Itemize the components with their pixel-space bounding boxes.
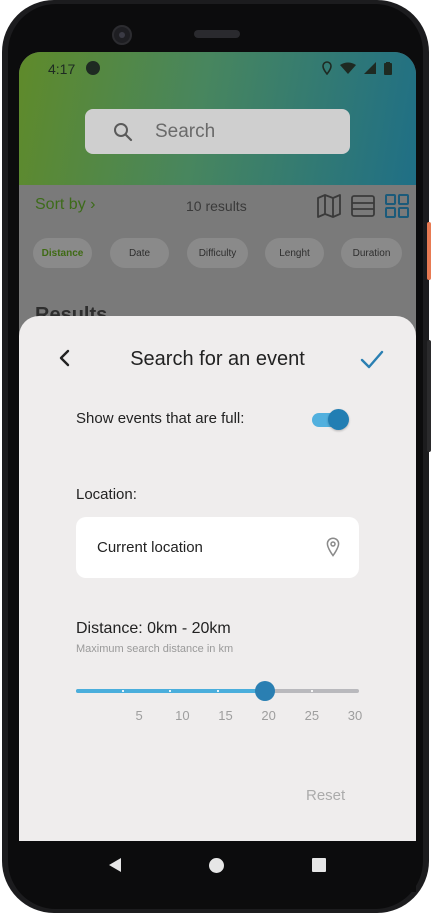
search-bar[interactable]: Search [85,109,350,154]
view-switcher [316,194,410,218]
battery-icon [384,61,392,75]
location-field[interactable]: Current location [76,517,359,578]
power-button [427,222,431,280]
distance-label: Distance: 0km - 20km [76,620,231,637]
location-label: Location: [76,486,137,503]
nav-recent-icon[interactable] [312,858,326,872]
chip-date[interactable]: Date [110,238,169,268]
sheet-title: Search for an event [130,348,305,370]
slider-tick-label: 5 [135,708,143,723]
slider-tick-labels: 5 10 15 20 25 30 [76,708,363,724]
distance-hint: Maximum search distance in km [76,643,234,655]
status-time: 4:17 [48,61,76,77]
results-count: 10 results [186,198,247,214]
slider-step-dot [216,690,219,692]
chip-duration[interactable]: Duration [341,238,402,268]
phone-frame: 4:17 Search Sort by › 10 results Distanc… [2,0,431,913]
volume-button [427,340,431,452]
check-icon[interactable] [360,349,384,369]
slider-thumb[interactable] [254,681,275,701]
location-pin-icon[interactable] [326,537,340,557]
grid-view-icon[interactable] [384,194,410,218]
slider-step-dot [310,690,313,692]
search-placeholder: Search [155,121,216,142]
filter-chips: Distance Date Difficulty Lenght Duration [19,238,416,268]
chip-length[interactable]: Lenght [265,238,324,268]
nav-back-icon[interactable] [108,857,122,873]
wifi-icon [340,62,356,74]
chip-distance[interactable]: Distance [33,238,92,268]
slider-tick-label: 30 [347,708,363,723]
location-status-icon [322,61,332,75]
results-toolbar: Sort by › 10 results [19,185,416,235]
phone-screen: 4:17 Search Sort by › 10 results Distanc… [19,52,416,892]
chip-difficulty[interactable]: Difficulty [187,238,248,268]
earpiece-speaker [194,30,240,38]
distance-slider[interactable] [76,680,359,704]
nav-home-icon[interactable] [209,858,224,873]
status-icons [322,61,392,75]
map-view-icon[interactable] [316,194,342,218]
signal-icon [364,62,376,74]
search-event-sheet: Search for an event Show events that are… [19,316,416,841]
app-notification-icon [86,61,100,75]
android-nav-bar [19,841,416,892]
search-icon [114,123,133,142]
list-view-icon[interactable] [350,194,376,218]
front-camera [112,25,132,45]
location-value: Current location [97,539,203,556]
sort-by-button[interactable]: Sort by › [35,196,95,214]
show-full-toggle-thumb[interactable] [328,409,349,430]
status-bar: 4:17 [19,52,416,84]
show-full-label: Show events that are full: [76,410,245,427]
slider-tick-label: 10 [175,708,190,723]
slider-step-dot [122,690,125,692]
slider-tick-label: 15 [218,708,233,723]
slider-tick-label: 25 [304,708,320,723]
slider-step-dot [169,690,172,692]
slider-tick-label: 20 [261,708,276,723]
reset-button[interactable]: Reset [306,787,345,804]
